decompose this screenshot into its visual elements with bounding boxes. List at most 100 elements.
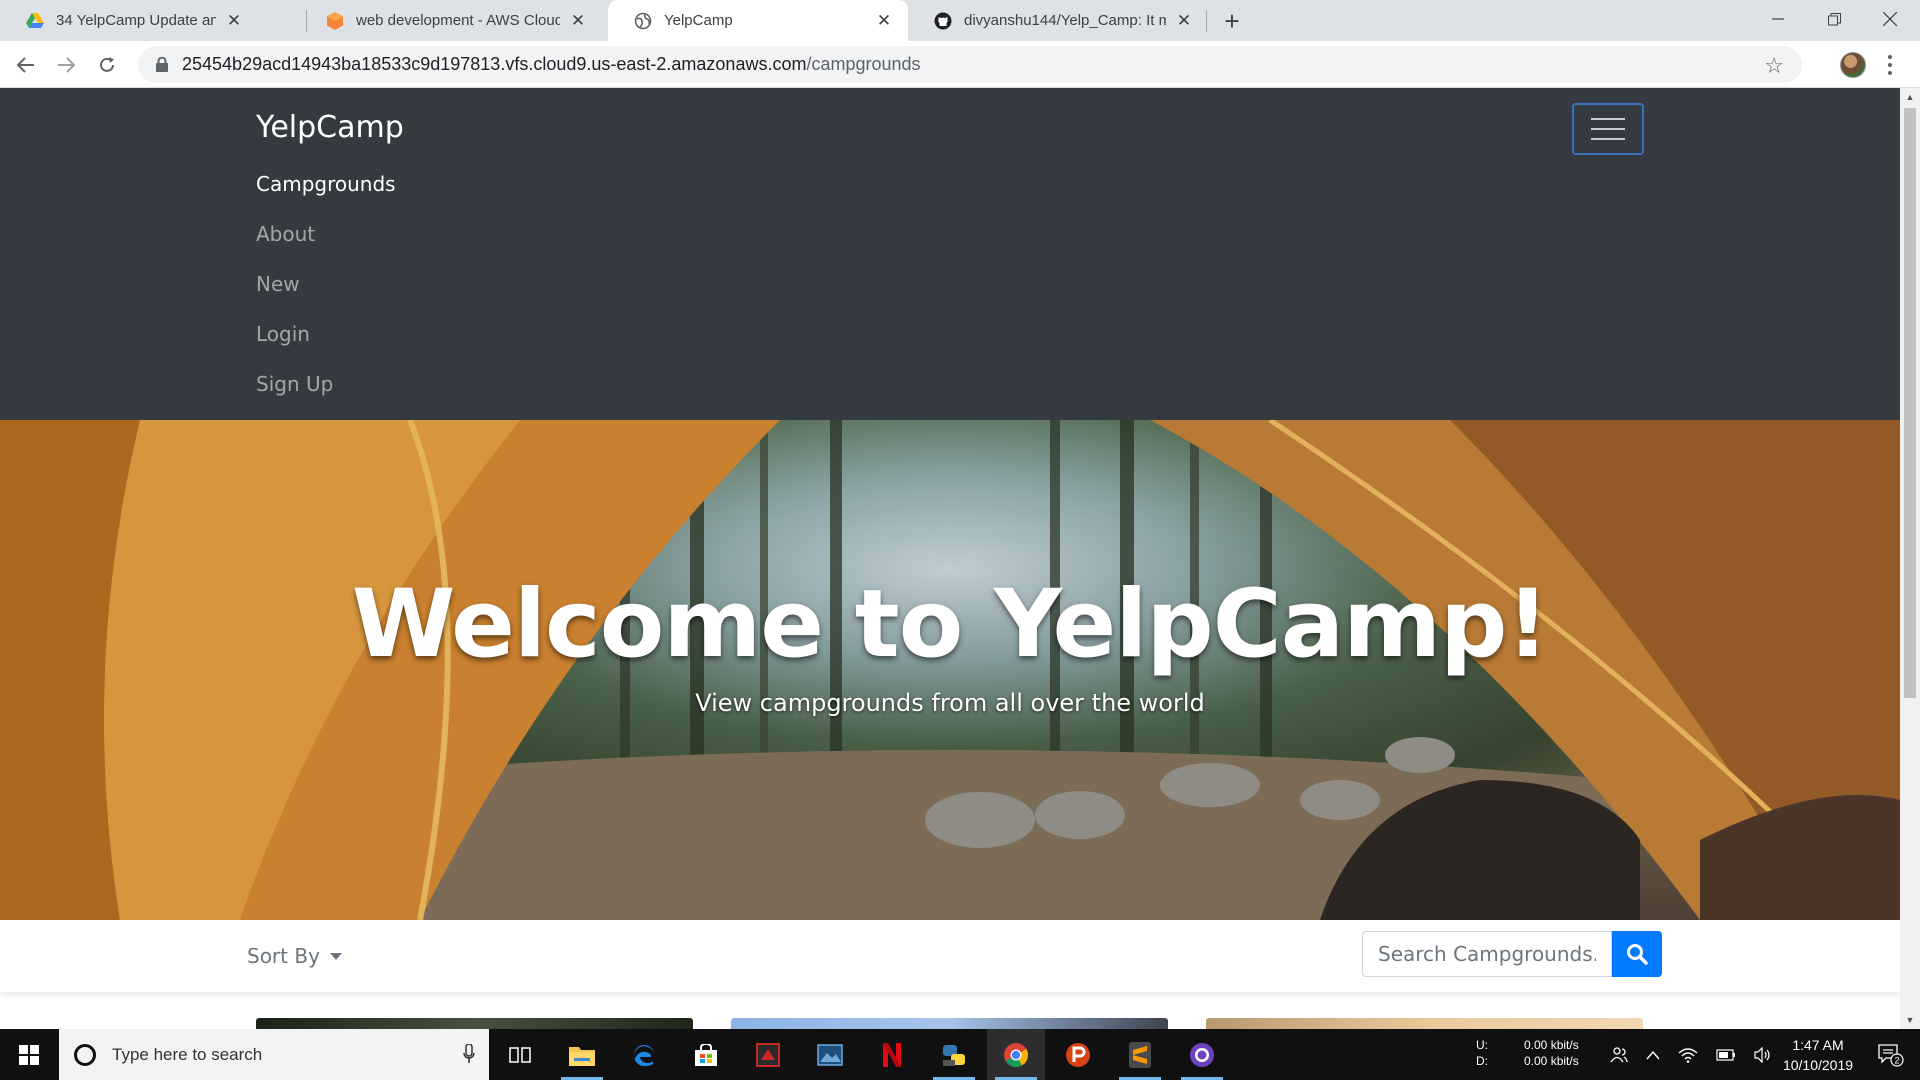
- network-speed-meter: U: 0.00 kbit/s D: 0.00 kbit/s: [1476, 1037, 1579, 1069]
- nav-link-login[interactable]: Login: [256, 320, 396, 370]
- close-icon: [1883, 12, 1897, 26]
- minimize-window-button[interactable]: [1750, 0, 1806, 38]
- tab-divider: [1206, 10, 1207, 32]
- github-icon: [934, 12, 952, 30]
- battery-icon[interactable]: [1716, 1048, 1736, 1061]
- profile-avatar[interactable]: [1840, 52, 1866, 78]
- chrome-icon[interactable]: [987, 1029, 1045, 1080]
- page-scrollbar[interactable]: ▲ ▼: [1900, 88, 1920, 1029]
- tab-yelpcamp[interactable]: YelpCamp ✕: [608, 0, 908, 41]
- netflix-icon[interactable]: [863, 1029, 921, 1080]
- python-icon[interactable]: [925, 1029, 983, 1080]
- microphone-icon[interactable]: [463, 1044, 475, 1064]
- site-navbar: YelpCamp Campgrounds About New Login Sig…: [0, 88, 1900, 420]
- windows-taskbar: Type here to search U: 0.00 kbit/s D: 0.…: [0, 1029, 1920, 1080]
- tab-google-drive[interactable]: 34 YelpCamp Update and Destro ✕: [0, 0, 258, 41]
- google-drive-icon: [26, 12, 44, 30]
- close-tab-icon[interactable]: ✕: [568, 11, 588, 31]
- reload-button[interactable]: [91, 49, 123, 81]
- tab-title: 34 YelpCamp Update and Destro: [56, 12, 216, 29]
- url-text: 25454b29acd14943ba18533c9d197813.vfs.clo…: [182, 54, 921, 75]
- close-window-button[interactable]: [1862, 0, 1918, 38]
- github-desktop-icon[interactable]: [1173, 1029, 1231, 1080]
- upload-speed: 0.00 kbit/s: [1524, 1038, 1579, 1052]
- navbar-links: Campgrounds About New Login Sign Up: [256, 170, 396, 420]
- globe-icon: [634, 12, 652, 30]
- edge-browser-icon[interactable]: [615, 1029, 673, 1080]
- clock-time: 1:47 AM: [1792, 1037, 1844, 1053]
- sort-by-dropdown[interactable]: Sort By: [247, 944, 342, 968]
- hamburger-icon-bar: [1591, 118, 1625, 120]
- sort-by-label: Sort By: [247, 944, 320, 968]
- caret-down-icon: [329, 952, 342, 960]
- arrow-left-icon: [17, 57, 34, 73]
- microsoft-store-icon[interactable]: [677, 1029, 735, 1080]
- minimize-icon: [1772, 18, 1784, 20]
- notification-icon: 2: [1878, 1043, 1904, 1067]
- scrollbar-thumb[interactable]: [1904, 108, 1916, 698]
- tab-title: YelpCamp: [664, 12, 733, 29]
- hero-title: Welcome to YelpCamp!: [351, 570, 1550, 679]
- url-host: 25454b29acd14943ba18533c9d197813.vfs.clo…: [182, 54, 807, 74]
- wifi-icon[interactable]: [1678, 1047, 1698, 1063]
- hamburger-icon-bar: [1591, 138, 1625, 140]
- people-icon[interactable]: [1610, 1046, 1628, 1064]
- url-path: /campgrounds: [806, 54, 921, 74]
- filter-bar: Sort By: [0, 920, 1900, 992]
- sublime-text-icon[interactable]: [1111, 1029, 1169, 1080]
- hero-subtitle: View campgrounds from all over the world: [695, 689, 1205, 717]
- tab-github[interactable]: divyanshu144/Yelp_Camp: It mak ✕: [908, 0, 1208, 41]
- back-button[interactable]: [10, 49, 42, 81]
- search-icon: [1627, 944, 1648, 965]
- close-tab-icon[interactable]: ✕: [874, 11, 894, 31]
- taskbar-search-box[interactable]: Type here to search: [59, 1029, 489, 1080]
- chevron-up-icon[interactable]: [1646, 1050, 1660, 1060]
- scroll-up-arrow-icon[interactable]: ▲: [1900, 88, 1920, 106]
- task-view-icon[interactable]: [491, 1029, 549, 1080]
- postman-app-icon[interactable]: [1049, 1029, 1107, 1080]
- campground-card-image[interactable]: [256, 1018, 693, 1029]
- browser-tab-strip: 34 YelpCamp Update and Destro ✕ web deve…: [0, 0, 1920, 41]
- start-button[interactable]: [0, 1029, 58, 1080]
- lock-icon: [152, 55, 172, 75]
- close-tab-icon[interactable]: ✕: [224, 11, 244, 31]
- hero-banner: Welcome to YelpCamp! View campgrounds fr…: [0, 420, 1900, 920]
- campground-card-image[interactable]: [1206, 1018, 1643, 1029]
- tab-title: web development - AWS Cloud9: [356, 12, 560, 29]
- taskbar-clock[interactable]: 1:47 AM 10/10/2019: [1768, 1035, 1868, 1075]
- bookmark-star-icon[interactable]: ☆: [1764, 53, 1784, 79]
- notification-count: 2: [1894, 1055, 1899, 1065]
- screen: 34 YelpCamp Update and Destro ✕ web deve…: [0, 0, 1920, 1080]
- navbar-toggler-button[interactable]: [1572, 103, 1644, 155]
- nav-link-new[interactable]: New: [256, 270, 396, 320]
- aws-cloud9-icon: [326, 11, 344, 30]
- new-tab-button[interactable]: +: [1218, 6, 1246, 36]
- hamburger-icon-bar: [1591, 128, 1625, 130]
- search-button[interactable]: [1612, 931, 1662, 977]
- photo-app-icon[interactable]: [801, 1029, 859, 1080]
- forward-button[interactable]: [50, 49, 82, 81]
- system-tray: [1610, 1029, 1772, 1080]
- nav-link-campgrounds[interactable]: Campgrounds: [256, 170, 396, 220]
- restore-window-button[interactable]: [1806, 0, 1862, 38]
- navbar-brand[interactable]: YelpCamp: [256, 110, 404, 145]
- campground-card-image[interactable]: [731, 1018, 1168, 1029]
- search-campgrounds-input[interactable]: [1362, 931, 1612, 977]
- download-speed: 0.00 kbit/s: [1524, 1054, 1579, 1068]
- file-explorer-icon[interactable]: [553, 1029, 611, 1080]
- browser-menu-icon[interactable]: [1882, 53, 1898, 77]
- nav-link-signup[interactable]: Sign Up: [256, 370, 396, 420]
- taskbar-search-placeholder: Type here to search: [112, 1044, 263, 1064]
- download-label: D:: [1476, 1054, 1488, 1068]
- action-center-button[interactable]: 2: [1866, 1029, 1916, 1080]
- scroll-down-arrow-icon[interactable]: ▼: [1900, 1011, 1920, 1029]
- game-app-icon[interactable]: [739, 1029, 797, 1080]
- browser-toolbar: 25454b29acd14943ba18533c9d197813.vfs.clo…: [0, 41, 1920, 88]
- address-bar[interactable]: 25454b29acd14943ba18533c9d197813.vfs.clo…: [138, 46, 1802, 83]
- tab-aws-cloud9[interactable]: web development - AWS Cloud9 ✕: [300, 0, 602, 41]
- nav-link-about[interactable]: About: [256, 220, 396, 270]
- upload-label: U:: [1476, 1038, 1488, 1052]
- close-tab-icon[interactable]: ✕: [1174, 11, 1194, 31]
- windows-logo-icon: [19, 1044, 39, 1065]
- tab-title: divyanshu144/Yelp_Camp: It mak: [964, 12, 1166, 29]
